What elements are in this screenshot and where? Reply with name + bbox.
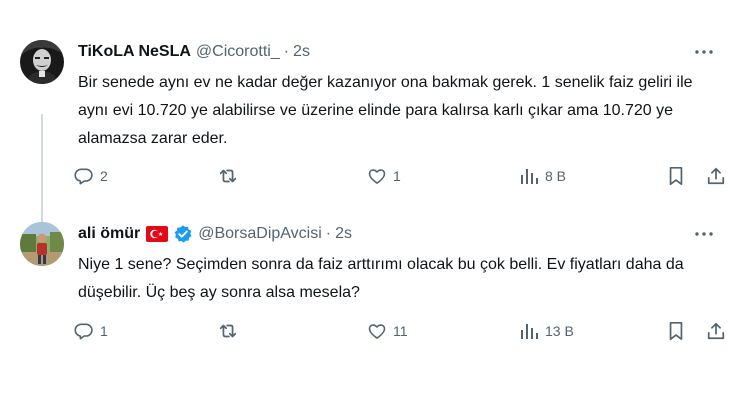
- views-button[interactable]: 13 B: [519, 318, 574, 344]
- timestamp[interactable]: 2s: [293, 43, 310, 61]
- bookmark-button[interactable]: [667, 318, 685, 344]
- view-count: 13 B: [545, 323, 574, 339]
- reply-icon: [74, 321, 94, 341]
- repost-icon: [217, 321, 239, 341]
- thread-connector-line: [41, 114, 43, 226]
- views-button[interactable]: 8 B: [519, 163, 566, 189]
- repost-icon: [217, 166, 239, 186]
- like-count: 11: [393, 323, 408, 339]
- display-name[interactable]: TiKoLA NeSLA: [78, 43, 191, 61]
- display-name[interactable]: ali ömür: [78, 225, 140, 243]
- views-icon: [519, 166, 539, 186]
- verified-badge-icon[interactable]: [173, 224, 193, 244]
- turkey-flag-icon: [146, 226, 169, 242]
- bookmark-icon: [667, 166, 685, 186]
- tweet-header: TiKoLA NeSLA @Cicorotti_ · 2s: [78, 41, 310, 63]
- tweet-text: Bir senede aynı ev ne kadar değer kazanı…: [78, 74, 693, 147]
- avatar[interactable]: [20, 222, 64, 266]
- reply-count: 1: [100, 323, 108, 339]
- user-handle[interactable]: @BorsaDipAvcisi: [198, 225, 322, 243]
- view-count: 8 B: [545, 168, 567, 184]
- tweet-actions: 2 1 8 B: [74, 163, 730, 189]
- like-button[interactable]: 11: [367, 318, 408, 344]
- repost-button[interactable]: [217, 163, 245, 189]
- views-icon: [519, 321, 539, 341]
- user-handle[interactable]: @Cicorotti_: [196, 43, 280, 61]
- bookmark-icon: [667, 321, 685, 341]
- like-icon: [367, 166, 387, 186]
- share-button[interactable]: [706, 163, 726, 189]
- more-icon[interactable]: [692, 224, 716, 244]
- share-icon: [706, 321, 726, 341]
- separator-dot: ·: [283, 43, 290, 60]
- like-icon: [367, 321, 387, 341]
- avatar[interactable]: [20, 40, 64, 84]
- reply-count: 2: [100, 168, 108, 184]
- tweet-thread: TiKoLA NeSLA @Cicorotti_ · 2s Bir senede…: [0, 0, 730, 420]
- reply-icon: [74, 166, 94, 186]
- share-button[interactable]: [706, 318, 726, 344]
- tweet-text: Niye 1 sene? Seçimden sonra da faiz artt…: [78, 256, 684, 301]
- like-button[interactable]: 1: [367, 163, 401, 189]
- bookmark-button[interactable]: [667, 163, 685, 189]
- tweet-actions: 1 11 13 B: [74, 318, 730, 344]
- more-icon[interactable]: [692, 42, 716, 62]
- like-count: 1: [393, 168, 401, 184]
- reply-button[interactable]: 1: [74, 318, 108, 344]
- separator-dot: ·: [325, 225, 332, 242]
- tweet-header: ali ömür @BorsaDipAvcisi · 2s: [78, 223, 352, 245]
- timestamp[interactable]: 2s: [335, 225, 352, 243]
- repost-button[interactable]: [217, 318, 245, 344]
- share-icon: [706, 166, 726, 186]
- reply-button[interactable]: 2: [74, 163, 108, 189]
